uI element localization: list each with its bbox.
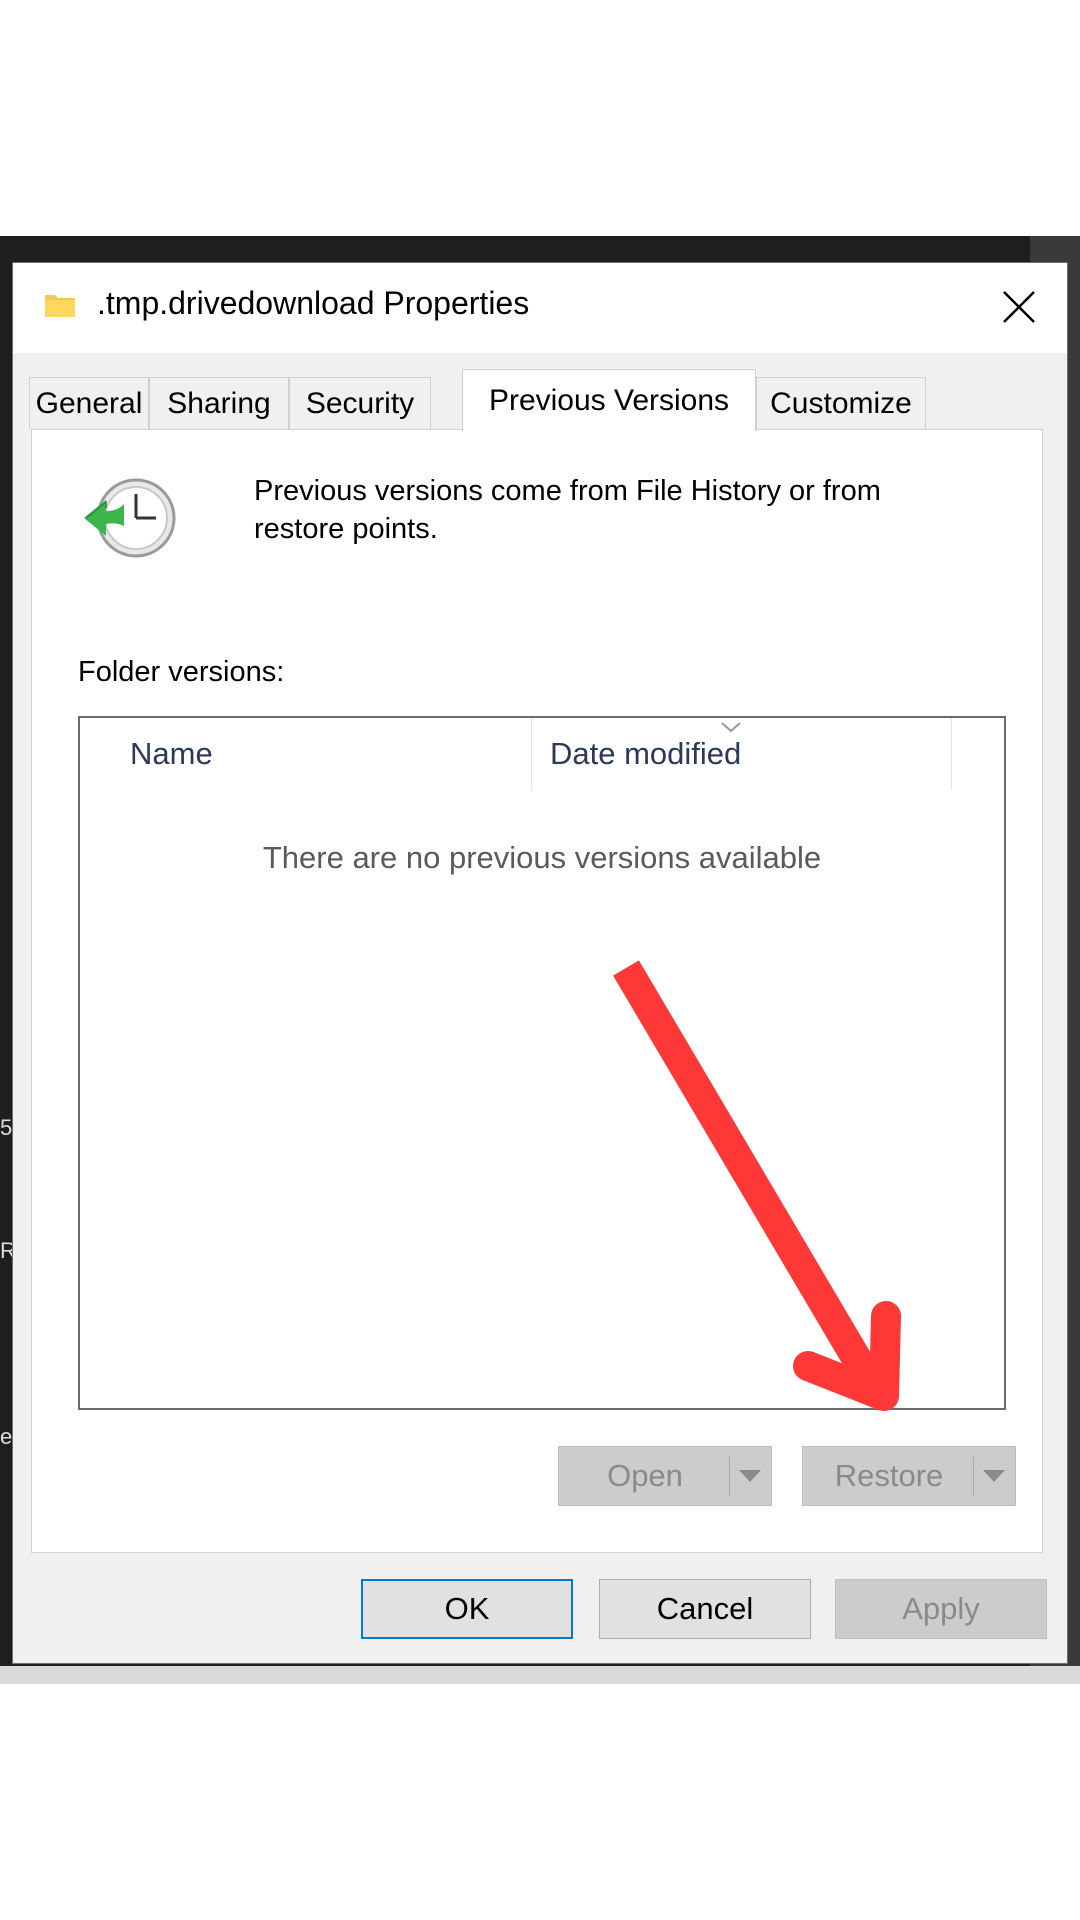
column-header-date-modified[interactable]: Date modified	[532, 718, 952, 790]
dialog-titlebar: .tmp.drivedownload Properties	[13, 263, 1067, 353]
column-header-label: Name	[130, 736, 213, 771]
cancel-button[interactable]: Cancel	[599, 1579, 811, 1639]
split-separator	[729, 1457, 730, 1497]
restore-button-label: Restore	[834, 1458, 944, 1493]
restore-button[interactable]: Restore	[802, 1446, 1016, 1506]
dropdown-arrow-icon[interactable]	[981, 1467, 1007, 1485]
background-window-bottom-bar	[0, 1666, 1080, 1684]
close-icon	[1003, 291, 1035, 323]
sort-chevron-down-icon	[721, 722, 741, 733]
dropdown-arrow-icon[interactable]	[737, 1467, 763, 1485]
tab-sharing[interactable]: Sharing	[149, 377, 289, 429]
tab-label: General	[35, 386, 143, 420]
tab-label: Sharing	[167, 386, 271, 420]
tab-label: Security	[305, 386, 415, 420]
description-text: Previous versions come from File History…	[254, 475, 881, 545]
tab-customize[interactable]: Customize	[756, 377, 926, 429]
folder-icon	[45, 295, 75, 317]
empty-list-message: There are no previous versions available	[262, 840, 822, 875]
open-button-label: Open	[607, 1458, 683, 1493]
previous-versions-panel: Previous versions come from File History…	[31, 429, 1043, 1553]
column-header-label: Date modified	[550, 736, 742, 771]
tab-security[interactable]: Security	[289, 377, 431, 429]
open-button[interactable]: Open	[558, 1446, 772, 1506]
folder-versions-list[interactable]: Name Date modified There are no previous…	[78, 716, 1006, 1410]
split-separator	[973, 1457, 974, 1497]
properties-dialog: .tmp.drivedownload Properties General Sh…	[12, 262, 1068, 1664]
background-text-fragment: e	[0, 1424, 13, 1449]
tab-previous-versions[interactable]: Previous Versions	[462, 369, 756, 431]
apply-button-label: Apply	[902, 1591, 980, 1626]
restore-history-icon	[84, 478, 176, 558]
folder-versions-label: Folder versions:	[78, 656, 285, 688]
tab-label: Previous Versions	[488, 383, 730, 417]
apply-button[interactable]: Apply	[835, 1579, 1047, 1639]
cancel-button-label: Cancel	[656, 1591, 754, 1626]
background-text-fragment: 5	[0, 1115, 13, 1140]
ok-button[interactable]: OK	[361, 1579, 573, 1639]
dialog-title: .tmp.drivedownload Properties	[97, 285, 530, 321]
column-header-name[interactable]: Name	[80, 718, 532, 790]
tab-label: Customize	[770, 386, 912, 420]
close-button[interactable]	[989, 277, 1049, 337]
tab-general[interactable]: General	[29, 377, 149, 429]
ok-button-label: OK	[444, 1591, 490, 1626]
